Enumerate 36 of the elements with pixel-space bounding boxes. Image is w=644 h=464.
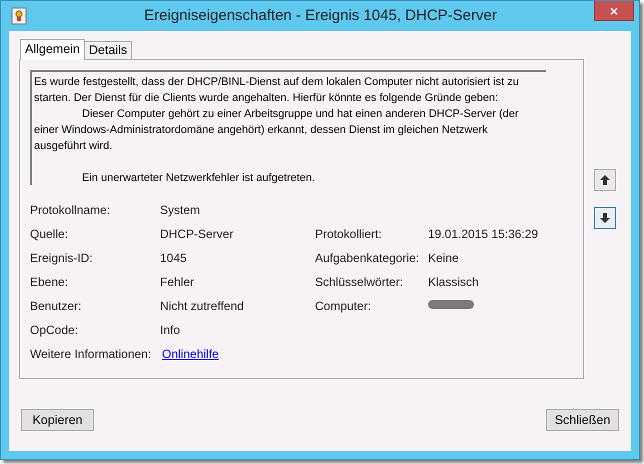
down-arrow-icon bbox=[599, 212, 611, 224]
tab[interactable]: Allgemein bbox=[20, 39, 85, 60]
tab[interactable]: Details bbox=[84, 41, 132, 59]
field-label: Protokolliert: bbox=[315, 226, 383, 243]
field-value: 1045 bbox=[160, 250, 187, 267]
field-label: Schlüsselwörter: bbox=[315, 274, 404, 291]
field-label: Ereignis-ID: bbox=[30, 250, 94, 267]
previous-event-button[interactable] bbox=[594, 169, 616, 191]
field-label: Ebene: bbox=[30, 274, 70, 291]
field-label: Computer: bbox=[315, 298, 372, 315]
message-paragraph: Es wurde festgestellt, dass der DHCP/BINL-Dienst auf dem lokalen Computer nicht autorisiert ist zu starten. Der Dienst für die Clients wurde angehalten. Hierfür könnte es folgende Gründe geben: bbox=[34, 75, 520, 106]
field-value: Info bbox=[160, 322, 180, 339]
field-value: 19.01.2015 15:36:29 bbox=[428, 226, 538, 243]
event-properties-icon bbox=[11, 7, 27, 25]
field-label: OpCode: bbox=[30, 322, 80, 339]
field-label: Weitere Informationen: bbox=[30, 346, 152, 363]
field-label: Quelle: bbox=[30, 226, 70, 243]
field-value: Nicht zutreffend bbox=[160, 298, 244, 315]
close-button[interactable]: × bbox=[594, 1, 634, 21]
field-label: Benutzer: bbox=[30, 298, 82, 315]
help-link[interactable]: Onlinehilfe bbox=[162, 345, 219, 363]
field-label: Protokollname: bbox=[30, 202, 112, 219]
redacted-value bbox=[428, 300, 474, 309]
field-value: Klassisch bbox=[428, 274, 479, 291]
field-value: Fehler bbox=[160, 274, 194, 291]
field-value: DHCP-Server bbox=[160, 226, 234, 243]
message-paragraph: Ein unerwarteter Netzwerkfehler ist aufgetreten. bbox=[81, 171, 316, 186]
field-value: System bbox=[160, 202, 200, 219]
dialog-button[interactable]: Kopieren bbox=[21, 409, 94, 431]
field-value: Keine bbox=[428, 250, 459, 267]
next-event-button[interactable] bbox=[594, 207, 616, 229]
field-label: Aufgabenkategorie: bbox=[315, 250, 420, 267]
message-paragraph: Dieser Computer gehört zu einer Arbeitsgruppe und hat einen anderen DHCP-Server (der einer Windows-Administratordomäne angehört) erkannt, dessen Dienst im gleichen Netzwerk ausgeführt wird. bbox=[34, 107, 520, 154]
up-arrow-icon bbox=[599, 174, 611, 186]
dialog-button[interactable]: Schließen bbox=[546, 409, 619, 431]
window-title: Ereigniseigenschaften - Ereignis 1045, DHCP-Server bbox=[143, 6, 498, 26]
